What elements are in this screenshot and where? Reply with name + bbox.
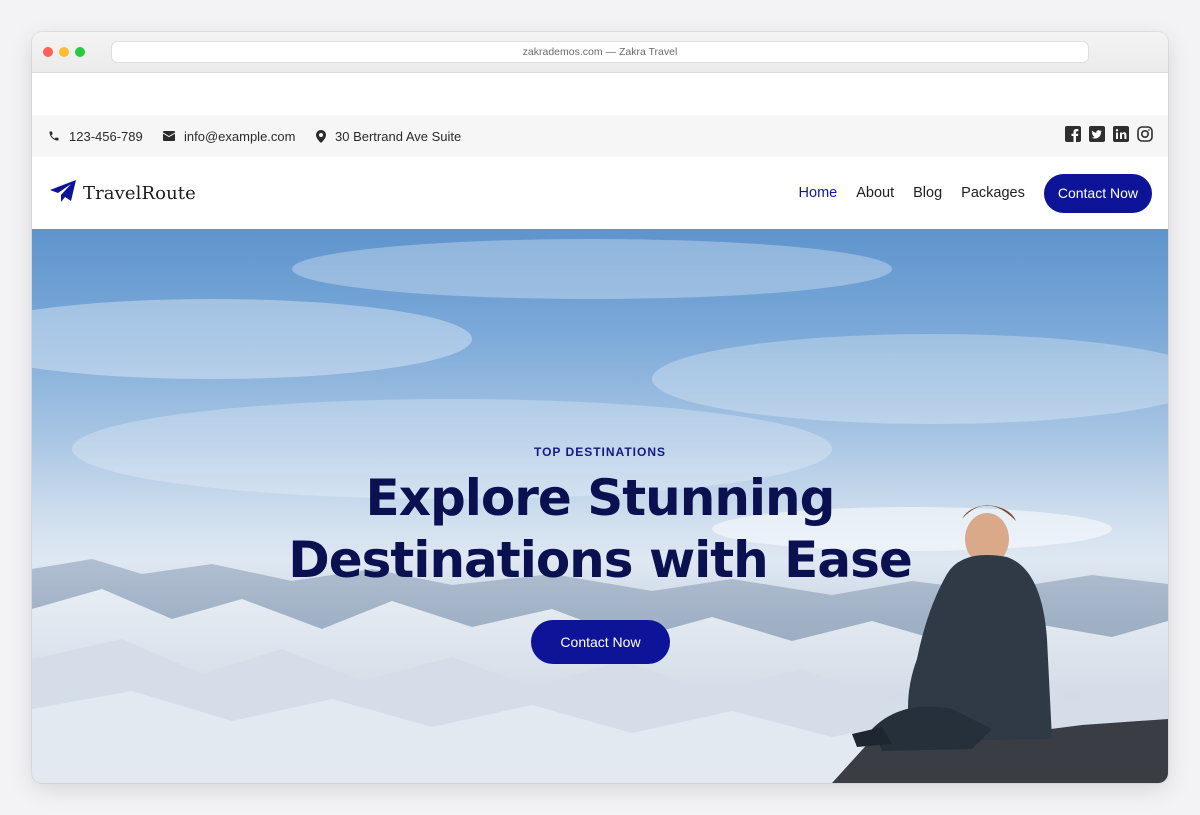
nav-item-about[interactable]: About [856, 185, 894, 201]
hero-contact-button[interactable]: Contact Now [531, 620, 670, 664]
social-links [1065, 115, 1153, 157]
email-info[interactable]: info@example.com [163, 115, 295, 157]
logo-text: TravelRoute [83, 182, 196, 204]
nav-item-blog[interactable]: Blog [913, 185, 942, 201]
map-pin-icon [316, 129, 326, 143]
browser-titlebar: zakrademos.com — Zakra Travel [32, 32, 1168, 73]
linkedin-icon[interactable] [1113, 125, 1129, 147]
email-address: info@example.com [184, 128, 296, 144]
hero-section: TOP DESTINATIONS Explore Stunning Destin… [32, 229, 1168, 783]
header-contact-button[interactable]: Contact Now [1043, 173, 1152, 213]
facebook-icon[interactable] [1065, 125, 1081, 147]
nav-item-packages[interactable]: Packages [961, 185, 1025, 201]
nav-item-home[interactable]: Home [799, 185, 838, 201]
hero-headline-line-2: Destinations with Ease [288, 531, 913, 589]
blank-header-strip [32, 73, 1168, 115]
phone-number: 123-456-789 [69, 128, 143, 144]
paper-plane-icon [49, 179, 77, 208]
maximize-window-button[interactable] [75, 47, 85, 57]
phone-icon [48, 130, 60, 142]
minimize-window-button[interactable] [59, 47, 69, 57]
hero-content: TOP DESTINATIONS Explore Stunning Destin… [32, 229, 1168, 783]
hero-eyebrow: TOP DESTINATIONS [533, 445, 666, 459]
twitter-icon[interactable] [1089, 125, 1105, 147]
street-address: 30 Bertrand Ave Suite [335, 128, 462, 144]
instagram-icon[interactable] [1137, 125, 1153, 147]
envelope-icon [163, 131, 175, 141]
location-info[interactable]: 30 Bertrand Ave Suite [316, 115, 461, 157]
primary-nav: Home About Blog Packages Contact Now [780, 157, 1152, 229]
site-logo[interactable]: TravelRoute [49, 157, 196, 229]
phone-info[interactable]: 123-456-789 [48, 115, 143, 157]
hero-headline: Explore Stunning Destinations with Ease [32, 467, 1168, 591]
main-header: TravelRoute Home About Blog Packages Con… [32, 157, 1168, 229]
address-bar[interactable]: zakrademos.com — Zakra Travel [111, 41, 1089, 63]
hero-headline-line-1: Explore Stunning [365, 469, 836, 527]
top-info-bar: 123-456-789 info@example.com 30 Bertrand… [32, 115, 1168, 157]
browser-window: zakrademos.com — Zakra Travel 123-456-78… [32, 32, 1168, 783]
close-window-button[interactable] [43, 47, 53, 57]
